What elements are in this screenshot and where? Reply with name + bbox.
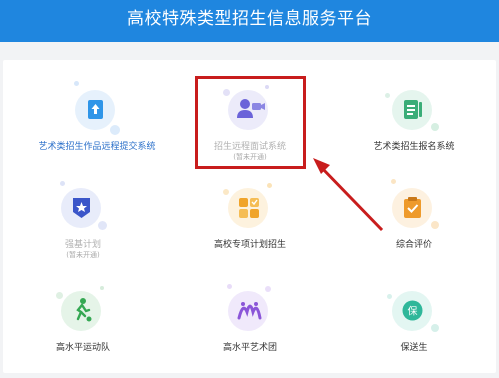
annotation-arrow-icon [313, 158, 384, 232]
